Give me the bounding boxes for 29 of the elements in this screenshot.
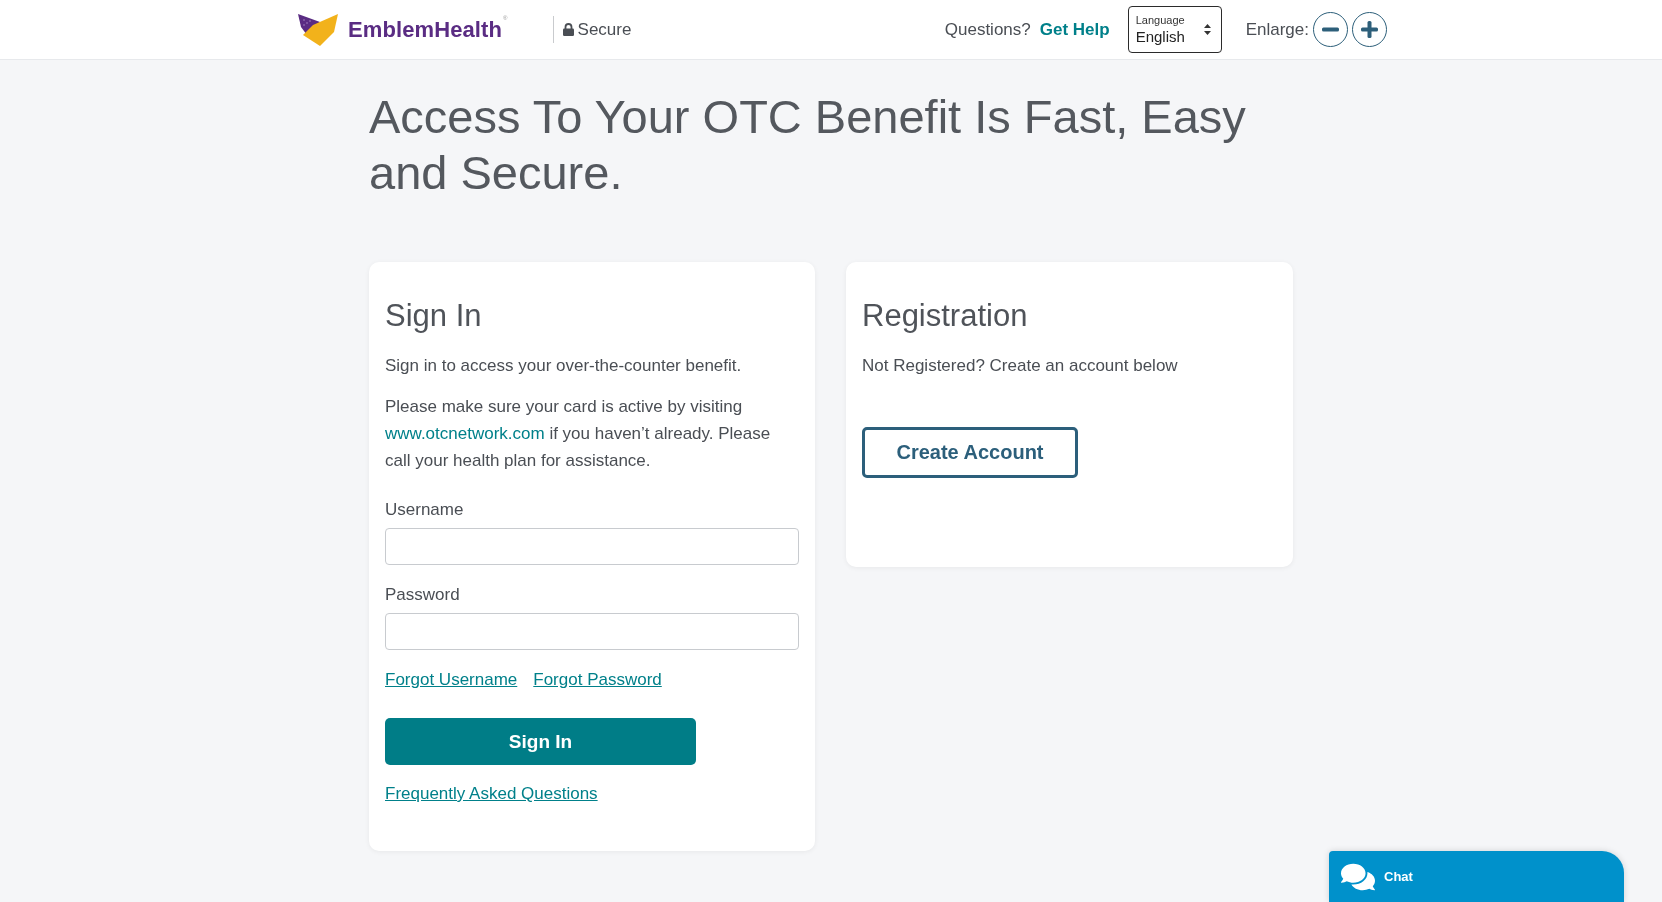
field-label: Username bbox=[385, 499, 465, 521]
secure-label: Secure bbox=[577, 19, 632, 40]
registration-text: Not Registered? Create an account below bbox=[862, 355, 1179, 377]
lock-icon bbox=[562, 23, 574, 36]
sign-in-button[interactable]: Sign In bbox=[385, 718, 696, 765]
forgot-link[interactable]: Forgot Password bbox=[533, 668, 662, 692]
logo-text: EmblemHealth$^{®}$ bbox=[348, 16, 508, 43]
enlarge-label: Enlarge: bbox=[1245, 19, 1309, 40]
logo-icon bbox=[298, 13, 338, 46]
card-title: Sign In bbox=[385, 297, 483, 335]
get-help-link[interactable]: Get Help bbox=[1039, 19, 1110, 40]
field-label: Password bbox=[385, 584, 461, 606]
forgot-link[interactable]: Forgot Username bbox=[385, 668, 518, 692]
minus-button[interactable] bbox=[1313, 12, 1348, 47]
input-field[interactable] bbox=[385, 613, 799, 650]
intro-text: Sign in to access your over-the-counter benefit. bbox=[385, 355, 743, 377]
create-account-button[interactable]: Create Account bbox=[862, 427, 1078, 478]
card-title: Registration bbox=[862, 297, 1029, 335]
notice-text: Please make sure your card is active by visiting www.otcnetwork.com if you haven’t already. Please call your health plan for assistance. bbox=[385, 396, 772, 472]
plus-button[interactable] bbox=[1352, 12, 1387, 47]
website-link[interactable]: www.otcnetwork.com bbox=[385, 424, 545, 443]
plus-icon bbox=[1361, 21, 1378, 38]
faq-link[interactable]: Frequently Asked Questions bbox=[385, 782, 598, 806]
input-field[interactable] bbox=[385, 528, 799, 565]
caret-icon bbox=[1203, 24, 1211, 35]
page-title: Access To Your OTC Benefit Is Fast, Easy and Secure. bbox=[369, 89, 1247, 201]
chat-button[interactable]: Chat bbox=[1329, 851, 1624, 902]
language-select[interactable]: Language English bbox=[1127, 6, 1222, 53]
help-prompt: Questions? bbox=[944, 19, 1031, 40]
